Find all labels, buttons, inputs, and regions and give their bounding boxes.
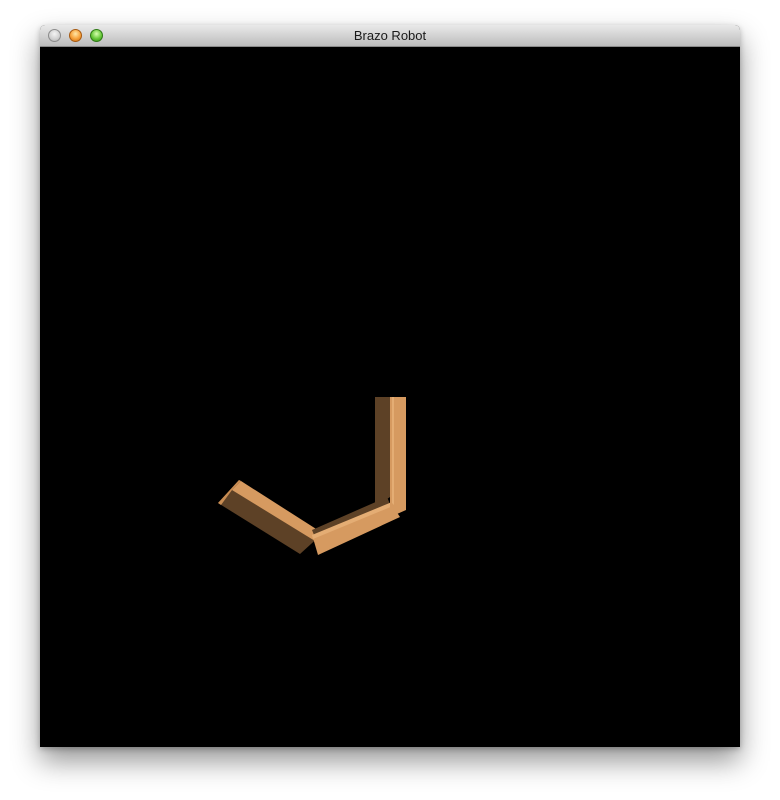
title-bar[interactable]: Brazo Robot xyxy=(40,25,740,47)
opengl-viewport[interactable] xyxy=(40,47,740,747)
robot-arm-scene xyxy=(218,397,406,555)
arm-segment-upper-shadow xyxy=(375,397,390,507)
arm-segment-upper-stripe xyxy=(392,397,394,505)
app-window: Brazo Robot xyxy=(40,25,740,747)
desktop: Brazo Robot xyxy=(0,0,780,800)
window-title: Brazo Robot xyxy=(353,28,427,43)
arm-segment-lower-shadow xyxy=(218,480,322,554)
